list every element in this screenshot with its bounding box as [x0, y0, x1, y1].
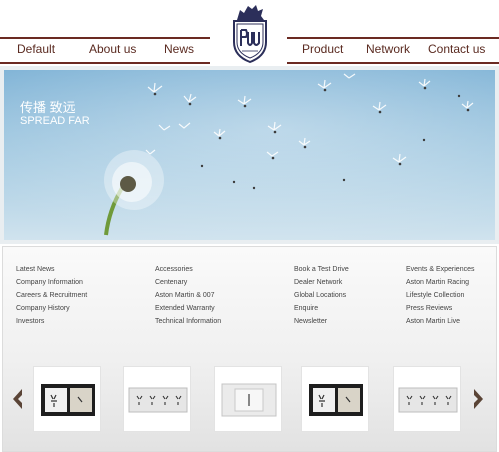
- link-column-2: Accessories Centenary Aston Martin & 007…: [155, 263, 221, 328]
- socket-panel-black-icon: [41, 384, 95, 416]
- nav-rule-top-left: [0, 37, 210, 39]
- hero-banner-frame: 传播 致远 SPREAD FAR: [0, 66, 499, 244]
- link-extended-warranty[interactable]: Extended Warranty: [155, 302, 221, 315]
- nav-item-network[interactable]: Network: [366, 42, 410, 56]
- link-centenary[interactable]: Centenary: [155, 276, 221, 289]
- nav-item-contact-us[interactable]: Contact us: [428, 42, 485, 56]
- nav-item-default[interactable]: Default: [17, 42, 55, 56]
- link-book-test-drive[interactable]: Book a Test Drive: [294, 263, 349, 276]
- nav-item-about-us[interactable]: About us: [89, 42, 136, 56]
- link-newsletter[interactable]: Newsletter: [294, 315, 349, 328]
- link-dealer-network[interactable]: Dealer Network: [294, 276, 349, 289]
- product-thumb-3[interactable]: [214, 366, 282, 432]
- product-thumb-5[interactable]: [393, 366, 461, 432]
- link-company-information[interactable]: Company Information: [16, 276, 87, 289]
- socket-panel-white-triple-icon: [398, 387, 458, 413]
- link-aston-martin-live[interactable]: Aston Martin Live: [406, 315, 474, 328]
- product-thumb-2[interactable]: [123, 366, 191, 432]
- dandelion-illustration: [4, 70, 495, 240]
- link-investors[interactable]: Investors: [16, 315, 87, 328]
- socket-panel-white-triple-icon: [128, 387, 188, 413]
- link-events-experiences[interactable]: Events & Experiences: [406, 263, 474, 276]
- switch-panel-white-icon: [221, 383, 277, 417]
- nav-item-product[interactable]: Product: [302, 42, 343, 56]
- link-column-4: Events & Experiences Aston Martin Racing…: [406, 263, 474, 328]
- banner-title-english: SPREAD FAR: [20, 115, 90, 127]
- hero-banner: 传播 致远 SPREAD FAR: [4, 70, 495, 240]
- link-lifestyle-collection[interactable]: Lifestyle Collection: [406, 289, 474, 302]
- link-aston-martin-racing[interactable]: Aston Martin Racing: [406, 276, 474, 289]
- link-column-3: Book a Test Drive Dealer Network Global …: [294, 263, 349, 328]
- nav-item-news[interactable]: News: [164, 42, 194, 56]
- crest-logo-icon[interactable]: [224, 0, 276, 64]
- nav-rule-bottom-right: [287, 62, 499, 64]
- link-aston-martin-007[interactable]: Aston Martin & 007: [155, 289, 221, 302]
- socket-panel-black-icon: [309, 384, 363, 416]
- link-company-history[interactable]: Company History: [16, 302, 87, 315]
- link-press-reviews[interactable]: Press Reviews: [406, 302, 474, 315]
- link-column-1: Latest News Company Information Careers …: [16, 263, 87, 328]
- nav-rule-bottom-left: [0, 62, 210, 64]
- link-careers-recruitment[interactable]: Careers & Recruitment: [16, 289, 87, 302]
- link-accessories[interactable]: Accessories: [155, 263, 221, 276]
- product-thumb-1[interactable]: [33, 366, 101, 432]
- chevron-right-icon[interactable]: [473, 388, 485, 410]
- product-thumb-4[interactable]: [301, 366, 369, 432]
- chevron-left-icon[interactable]: [11, 388, 23, 410]
- nav-rule-top-right: [287, 37, 499, 39]
- banner-title-chinese: 传播 致远: [20, 100, 76, 115]
- link-technical-information[interactable]: Technical Information: [155, 315, 221, 328]
- link-latest-news[interactable]: Latest News: [16, 263, 87, 276]
- link-enquire[interactable]: Enquire: [294, 302, 349, 315]
- link-global-locations[interactable]: Global Locations: [294, 289, 349, 302]
